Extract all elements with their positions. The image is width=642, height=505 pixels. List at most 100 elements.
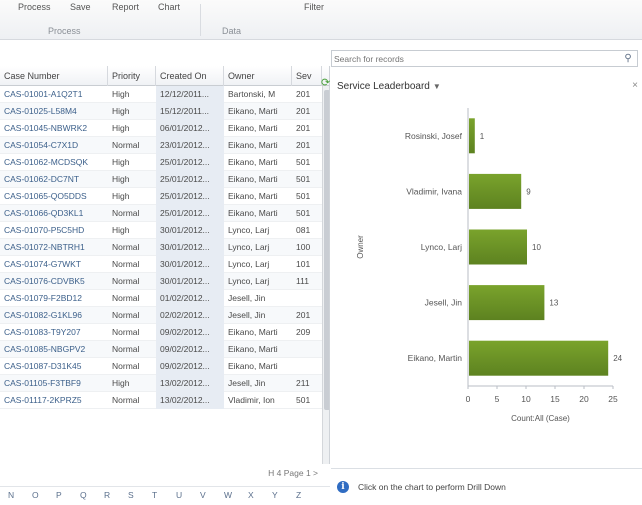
cell-case-number[interactable]: CAS-01105-F3TBF9 — [0, 375, 108, 392]
cell-case-number[interactable]: CAS-01045-NBWRK2 — [0, 120, 108, 137]
ribbon-item-filter[interactable]: Filter — [304, 2, 324, 12]
cell-owner: Vladimir, Ion — [228, 395, 275, 405]
cell-case-number[interactable]: CAS-01085-NBGPV2 — [0, 341, 108, 358]
cell-case-number[interactable]: CAS-01087-D31K45 — [0, 358, 108, 375]
ribbon-separator — [200, 4, 201, 36]
alphabet-letter[interactable]: T — [152, 490, 157, 500]
table-row[interactable]: CAS-01072-NBTRH1 Normal 30/01/2012... Lynco… — [0, 239, 322, 256]
column-header-priority[interactable]: Priority — [108, 66, 156, 86]
chevron-down-icon[interactable]: ▼ — [433, 82, 441, 91]
table-row[interactable]: CAS-01117-2KPRZ5 Normal 13/02/2012... Vladi… — [0, 392, 322, 409]
cell-case-number[interactable]: CAS-01025-L58M4 — [0, 103, 108, 120]
cell-case-number[interactable]: CAS-01117-2KPRZ5 — [0, 392, 108, 409]
leaderboard-chart[interactable]: Rosinski, Josef 1 Vladimir, Ivana 9 Lynco, L… — [331, 98, 642, 468]
table-row[interactable]: CAS-01087-D31K45 Normal 09/02/2012... Eikan… — [0, 358, 322, 375]
category-label: Lynco, Larj — [421, 242, 462, 252]
table-row[interactable]: CAS-01045-NBWRK2 High 06/01/2012... Eikano,… — [0, 120, 322, 137]
cell-case-number[interactable]: CAS-01082-G1KL96 — [0, 307, 108, 324]
close-icon[interactable]: × — [632, 80, 638, 91]
alphabet-letter[interactable]: P — [56, 490, 62, 500]
column-header-created-on[interactable]: Created On — [156, 66, 224, 86]
table-row[interactable]: CAS-01062-MCDSQK High 25/01/2012... Eikano,… — [0, 154, 322, 171]
alphabet-letter[interactable]: S — [128, 490, 134, 500]
cell-created-on: 30/01/2012... — [156, 256, 224, 273]
cell-created-on: 25/01/2012... — [156, 171, 224, 188]
pager[interactable]: H 4 Page 1 > — [0, 464, 330, 482]
alphabet-letter[interactable]: V — [200, 490, 206, 500]
alphabet-letter[interactable]: N — [8, 490, 14, 500]
search-icon[interactable]: ⚲ — [621, 52, 635, 65]
ribbon-item-save[interactable]: Save — [70, 2, 91, 12]
column-header-case-number[interactable]: Case Number — [0, 66, 108, 86]
cell-created-on: 30/01/2012... — [156, 239, 224, 256]
alphabet-letter[interactable]: O — [32, 490, 39, 500]
table-row[interactable]: CAS-01065-QO5DDS High 25/01/2012... Eikano,… — [0, 188, 322, 205]
cell-case-number[interactable]: CAS-01066-QD3KL1 — [0, 205, 108, 222]
alphabet-letter[interactable]: X — [248, 490, 254, 500]
data-label: 1 — [480, 132, 485, 141]
cell-case-number[interactable]: CAS-01001-A1Q2T1 — [0, 86, 108, 103]
cell-case-number[interactable]: CAS-01076-CDVBK5 — [0, 273, 108, 290]
table-row[interactable]: CAS-01076-CDVBK5 Normal 30/01/2012... Lynco… — [0, 273, 322, 290]
data-label: 9 — [526, 187, 531, 196]
table-row[interactable]: CAS-01054-C7X1D Normal 23/01/2012... Eikano… — [0, 137, 322, 154]
cell-owner: Eikano, Marti — [228, 140, 278, 150]
table-row[interactable]: CAS-01079-F2BD12 Normal 01/02/2012... Jesel… — [0, 290, 322, 307]
cell-owner: Bartonski, M — [228, 89, 276, 99]
table-row[interactable]: CAS-01062-DC7NT High 25/01/2012... Eikano, … — [0, 171, 322, 188]
chart-bar[interactable] — [469, 173, 522, 209]
x-tick-label: 15 — [550, 394, 560, 404]
cell-priority: High — [112, 106, 130, 116]
ribbon-item-chart[interactable]: Chart — [158, 2, 180, 12]
alphabet-letter[interactable]: Z — [296, 490, 301, 500]
cell-case-number[interactable]: CAS-01062-DC7NT — [0, 171, 108, 188]
cell-priority: Normal — [112, 327, 140, 337]
cell-case-number[interactable]: CAS-01054-C7X1D — [0, 137, 108, 154]
cell-owner: Jesell, Jin — [228, 378, 266, 388]
table-row[interactable]: CAS-01105-F3TBF9 High 13/02/2012... Jesell,… — [0, 375, 322, 392]
cell-case-number[interactable]: CAS-01074-G7WKT — [0, 256, 108, 273]
table-row[interactable]: CAS-01066-QD3KL1 Normal 25/01/2012... Eikan… — [0, 205, 322, 222]
cell-owner: Eikano, Marti — [228, 123, 278, 133]
cell-severity: 201 — [296, 123, 311, 133]
alphabet-letter[interactable]: Q — [80, 490, 87, 500]
vertical-scroll-thumb[interactable] — [324, 90, 329, 410]
ribbon-item-report[interactable]: Report — [112, 2, 139, 12]
cell-case-number[interactable]: CAS-01062-MCDSQK — [0, 154, 108, 171]
category-label: Rosinski, Josef — [405, 131, 463, 141]
table-row[interactable]: CAS-01074-G7WKT Normal 30/01/2012... Lynco,… — [0, 256, 322, 273]
refresh-icon[interactable]: ⟳ — [321, 77, 333, 89]
category-label: Vladimir, Ivana — [406, 186, 462, 196]
x-tick-label: 10 — [521, 394, 531, 404]
table-row[interactable]: CAS-01085-NBGPV2 Normal 09/02/2012... Eikan… — [0, 341, 322, 358]
alphabet-letter[interactable]: Y — [272, 490, 278, 500]
cell-priority: High — [112, 174, 130, 184]
table-row[interactable]: CAS-01025-L58M4 High 15/12/2011... Eikano, … — [0, 103, 322, 120]
table-row[interactable]: CAS-01070-P5C5HD High 30/01/2012... Lynco, … — [0, 222, 322, 239]
cell-priority: Normal — [112, 140, 140, 150]
x-axis-label: Count:All (Case) — [511, 414, 570, 423]
alphabet-letter[interactable]: R — [104, 490, 110, 500]
ribbon-item-process[interactable]: Process — [18, 2, 51, 12]
cell-case-number[interactable]: CAS-01070-P5C5HD — [0, 222, 108, 239]
table-row[interactable]: CAS-01083-T9Y207 Normal 09/02/2012... Eikan… — [0, 324, 322, 341]
cell-case-number[interactable]: CAS-01065-QO5DDS — [0, 188, 108, 205]
cell-case-number[interactable]: CAS-01083-T9Y207 — [0, 324, 108, 341]
search-input[interactable] — [334, 52, 614, 65]
chart-title[interactable]: Service Leaderboard ▼ — [337, 81, 441, 92]
table-row[interactable]: CAS-01082-G1KL96 Normal 02/02/2012... Jesel… — [0, 307, 322, 324]
chart-bar[interactable] — [469, 340, 609, 376]
alphabet-letter[interactable]: W — [224, 490, 232, 500]
cell-case-number[interactable]: CAS-01079-F2BD12 — [0, 290, 108, 307]
alphabet-letter[interactable]: U — [176, 490, 182, 500]
cell-case-number[interactable]: CAS-01072-NBTRH1 — [0, 239, 108, 256]
vertical-scrollbar[interactable] — [322, 86, 329, 464]
cell-severity: 081 — [296, 225, 311, 235]
column-header-owner[interactable]: Owner — [224, 66, 292, 86]
cell-severity: 209 — [296, 327, 311, 337]
column-header-severity[interactable]: Sev — [292, 66, 322, 86]
chart-bar[interactable] — [469, 118, 475, 154]
chart-bar[interactable] — [469, 229, 527, 265]
table-row[interactable]: CAS-01001-A1Q2T1 High 12/12/2011... Bartons… — [0, 86, 322, 103]
chart-bar[interactable] — [469, 285, 545, 321]
